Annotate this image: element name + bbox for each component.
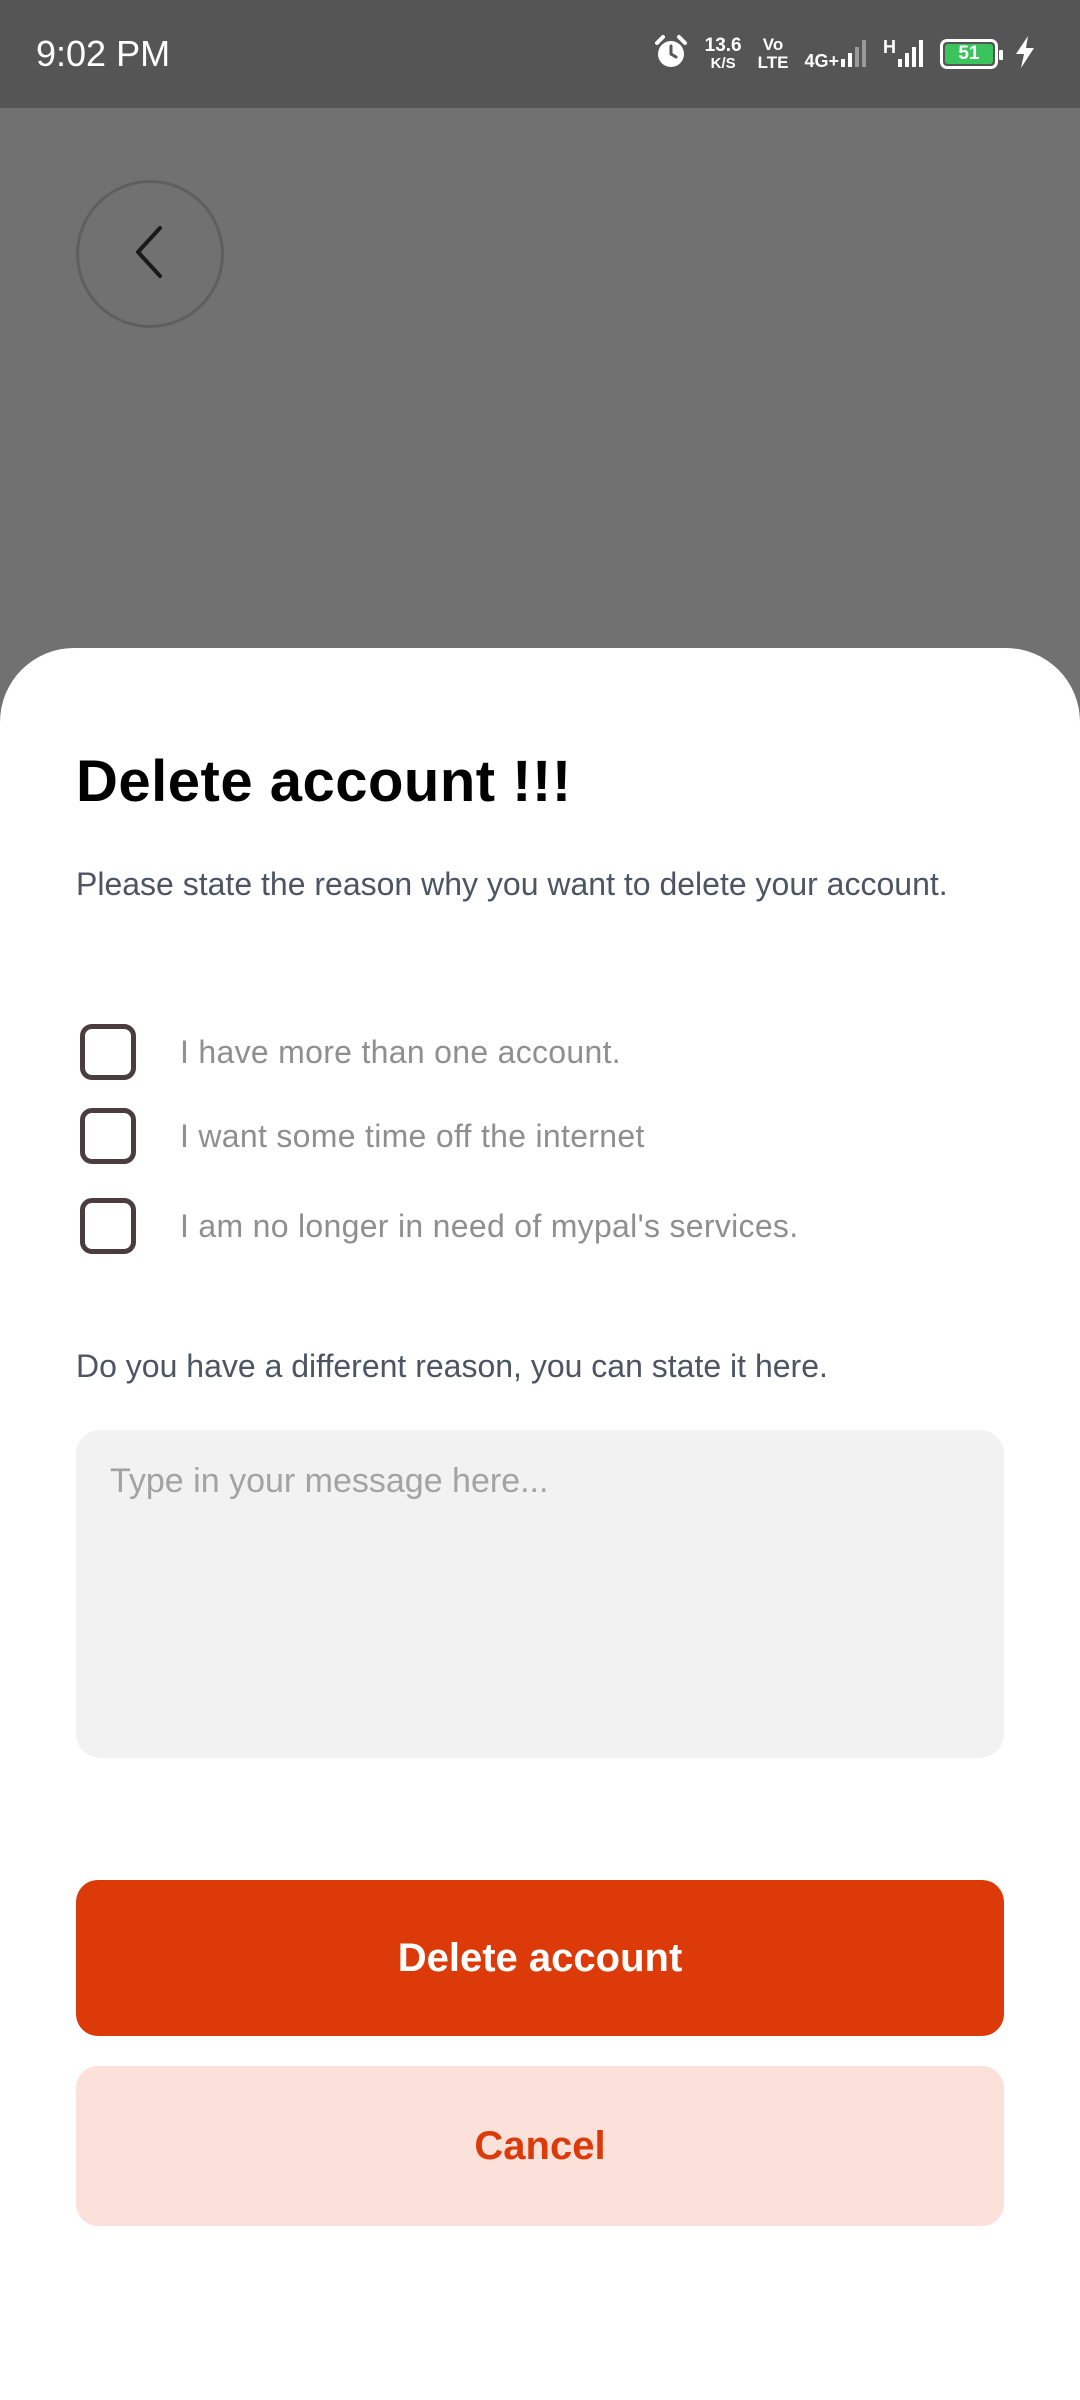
sheet-title: Delete account !!!	[76, 749, 572, 814]
message-input[interactable]	[76, 1430, 1004, 1758]
reason-option-no-longer-needed[interactable]: I am no longer in need of mypal's servic…	[76, 1198, 798, 1254]
network-speed-unit: K/S	[710, 55, 736, 72]
reason-checkbox[interactable]	[80, 1024, 136, 1080]
cancel-button[interactable]: Cancel	[76, 2066, 1004, 2226]
network-type-4g: 4G+	[804, 50, 839, 71]
sheet-subtitle: Please state the reason why you want to …	[76, 866, 948, 902]
delete-account-button[interactable]: Delete account	[76, 1880, 1004, 2036]
signal-group-1: 4G+	[804, 37, 867, 72]
signal-group-2: H	[883, 37, 924, 72]
volte-top: Vo	[762, 35, 784, 54]
back-button[interactable]	[76, 180, 224, 328]
reason-checkbox[interactable]	[80, 1198, 136, 1254]
delete-account-sheet: Delete account !!! Please state the reas…	[0, 648, 1080, 2400]
volte-bottom: LTE	[757, 53, 789, 72]
signal-icon	[898, 37, 924, 72]
reason-label: I have more than one account.	[180, 1033, 621, 1070]
battery-level: 51	[945, 44, 993, 64]
network-speed: 13.6 K/S	[705, 36, 742, 72]
alarm-icon	[653, 34, 689, 75]
reason-option-time-off[interactable]: I want some time off the internet	[76, 1108, 645, 1164]
status-time: 9:02 PM	[36, 33, 171, 74]
battery-icon: 51	[940, 39, 1003, 69]
other-reason-label: Do you have a different reason, you can …	[76, 1348, 828, 1384]
network-type-h: H	[883, 36, 896, 57]
reason-option-multiple-accounts[interactable]: I have more than one account.	[76, 1024, 621, 1080]
reason-label: I want some time off the internet	[180, 1117, 645, 1154]
status-bar: 9:02 PM 13.6 K/S Vo LTE 4G+ H 51	[0, 0, 1080, 108]
chevron-left-icon	[130, 222, 170, 287]
signal-icon	[841, 37, 867, 72]
reason-label: I am no longer in need of mypal's servic…	[180, 1207, 799, 1244]
status-icons: 13.6 K/S Vo LTE 4G+ H 51	[653, 30, 1036, 78]
reason-checkbox[interactable]	[80, 1108, 136, 1164]
volte-indicator: Vo LTE	[758, 36, 789, 72]
charging-icon	[1014, 35, 1036, 73]
network-speed-value: 13.6	[704, 35, 742, 56]
